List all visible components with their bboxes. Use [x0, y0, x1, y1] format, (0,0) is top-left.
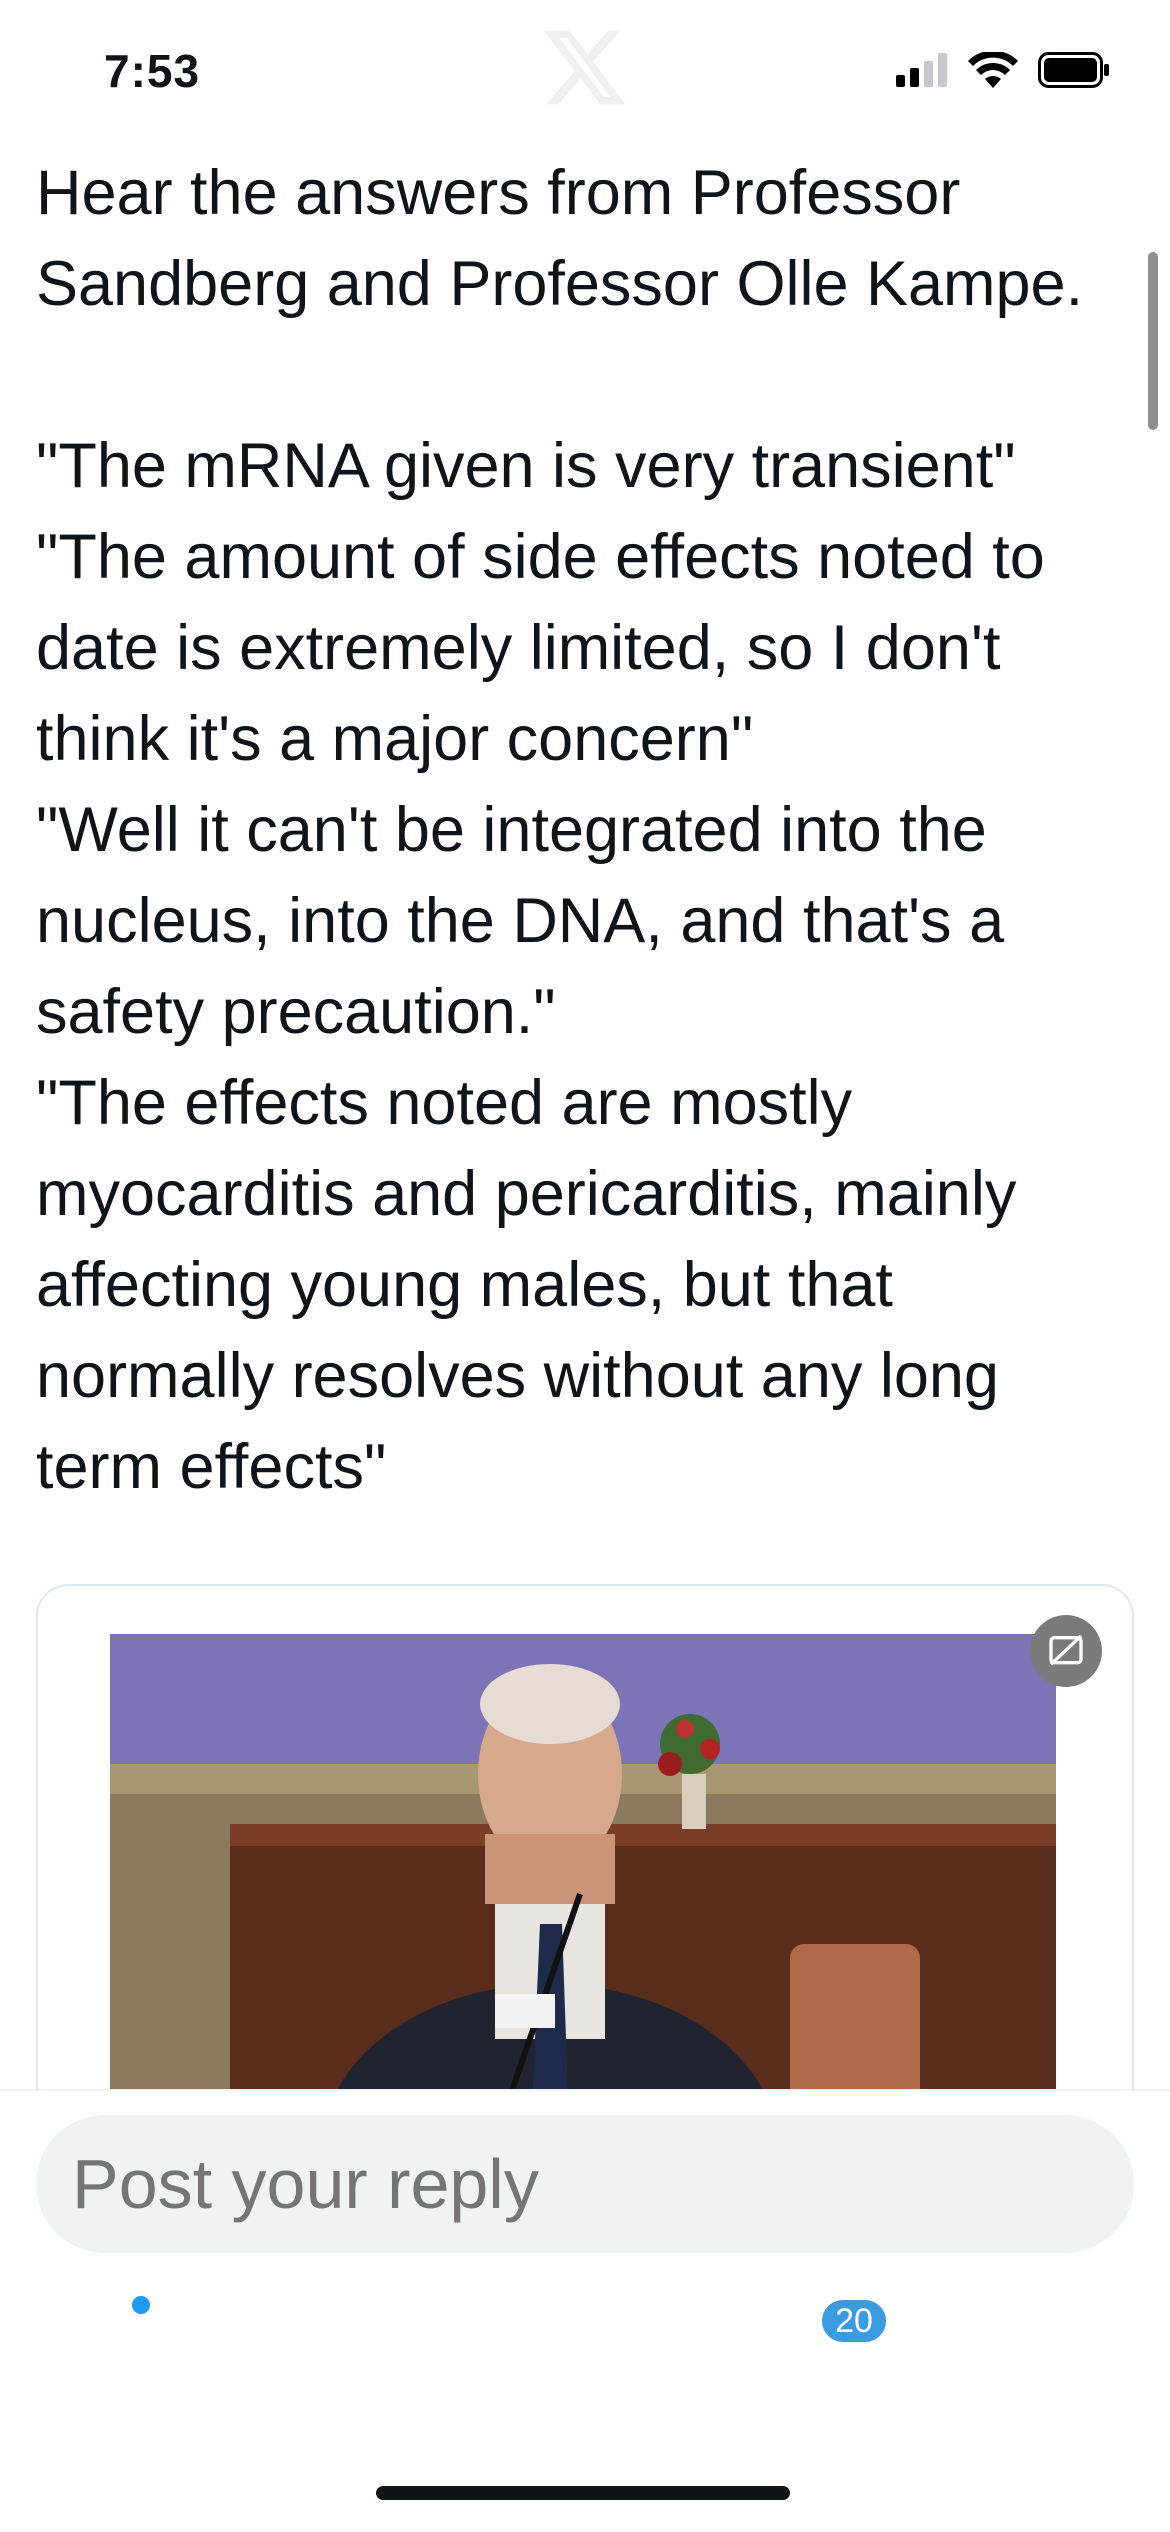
content-warning-icon[interactable] [1030, 1615, 1102, 1687]
video-frame-image [110, 1634, 1056, 2144]
notifications-count-badge: 20 [818, 2296, 890, 2346]
home-indicator[interactable] [376, 2486, 790, 2500]
status-time: 7:53 [104, 45, 201, 97]
x-logo-icon [540, 22, 630, 112]
video-card[interactable] [36, 1584, 1134, 2144]
tweet-detail-screen: 7:53 Hear the answers from Professor San… [0, 0, 1170, 2532]
wifi-icon [968, 52, 1018, 88]
cellular-signal-icon [896, 53, 947, 87]
video-thumbnail[interactable] [110, 1634, 1056, 2144]
status-bar: 7:53 [0, 0, 1170, 140]
reply-input[interactable] [36, 2115, 1134, 2253]
scrollbar-thumb[interactable] [1148, 252, 1158, 430]
unread-dot [132, 2296, 150, 2314]
tweet-body-text: Hear the answers from Professor Sandberg… [36, 158, 1084, 1502]
status-icons [896, 52, 1110, 88]
reply-composer-bar [0, 2089, 1170, 2532]
battery-icon [1038, 52, 1109, 88]
